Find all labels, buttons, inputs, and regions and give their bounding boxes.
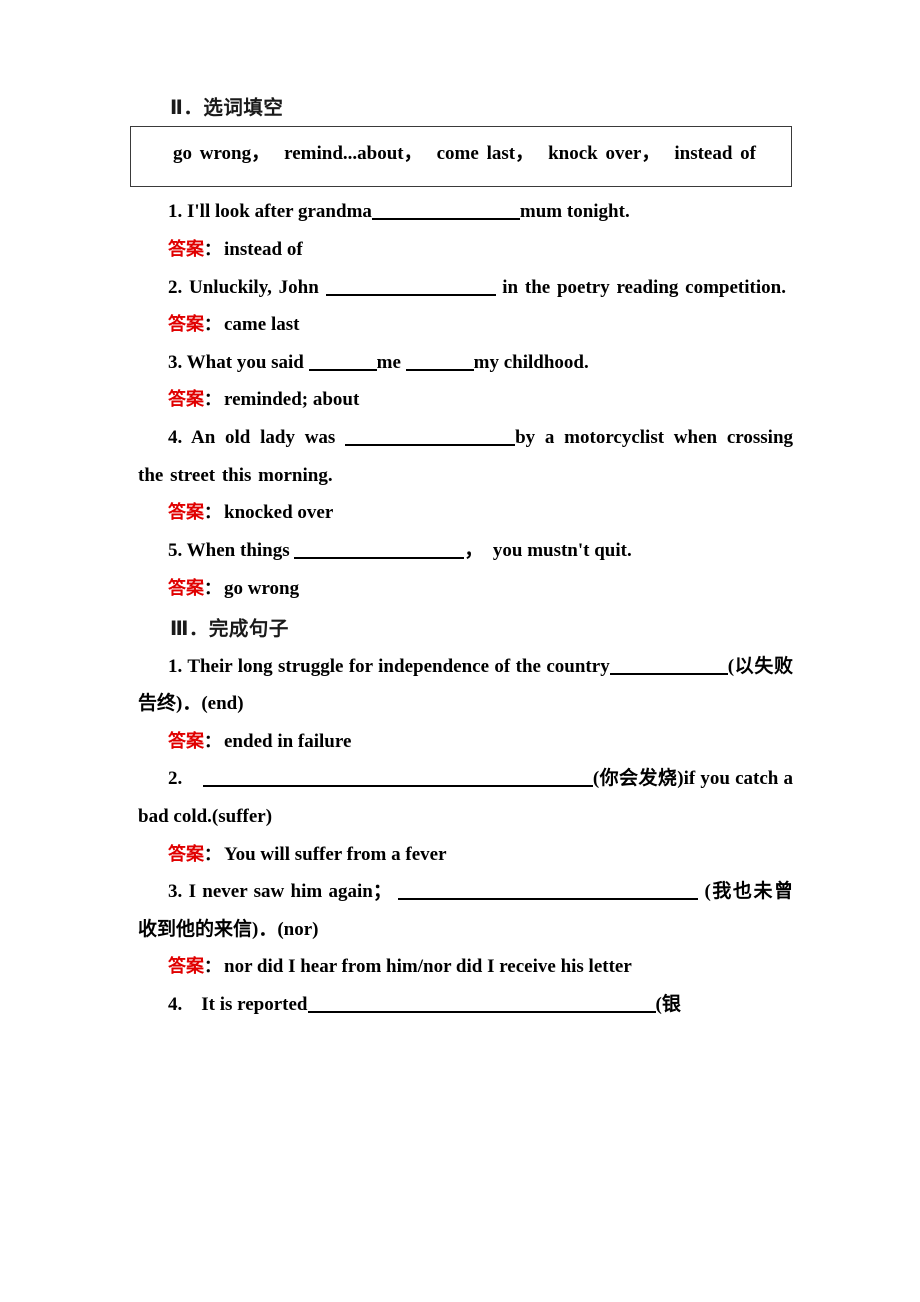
question-number: 1. — [168, 655, 183, 677]
answer-3-3: 答案： nor did I hear from him/nor did I rec… — [138, 948, 793, 986]
answer-label: 答案 — [168, 389, 204, 411]
question-number: 2. — [168, 276, 183, 298]
question-text-after: mum tonight. — [519, 201, 630, 223]
question-number: 3. — [168, 881, 183, 903]
question-text-before: Their long struggle for independence of … — [187, 655, 610, 677]
answer-blank[interactable] — [308, 355, 377, 371]
answer-2-5: 答案： go wrong — [138, 570, 793, 608]
section-heading-2: Ⅱ．选词填空 — [170, 96, 284, 119]
answer-text: You will suffer from a fever — [224, 843, 447, 865]
answer-colon: ： — [204, 240, 221, 261]
answer-label: 答案 — [168, 314, 204, 336]
question-2-3: 3. What you said me my childhood. — [138, 344, 793, 382]
answer-2-1: 答案： instead of — [138, 231, 793, 269]
question-number: 1. — [168, 201, 183, 223]
answer-colon: ： — [204, 844, 221, 865]
question-3-1: 1. Their long struggle for independence … — [138, 648, 793, 723]
question-number: 4. — [168, 427, 183, 449]
question-text-after: (银 — [655, 993, 681, 1015]
answer-blank[interactable] — [345, 430, 516, 447]
answer-label: 答案 — [168, 577, 204, 599]
worksheet-page: Ⅱ．选词填空 go wrong， remind...about， come last… — [0, 0, 920, 1302]
question-number: 5. — [168, 539, 183, 561]
question-text-before: An old lady was — [190, 427, 336, 449]
question-text-before: I'll look after grandma — [187, 201, 372, 223]
answer-blank[interactable] — [294, 543, 465, 559]
answer-2-3: 答案： reminded; about — [138, 381, 793, 419]
answer-blank[interactable] — [405, 355, 474, 371]
answer-text: came last — [224, 314, 300, 336]
question-2-1: 1. I'll look after grandma mum tonight. — [138, 193, 793, 231]
answer-colon: ： — [204, 578, 221, 599]
answer-blank[interactable] — [202, 771, 593, 788]
question-text-after: ， you mustn't quit. — [464, 539, 632, 561]
answer-label: 答案 — [168, 843, 204, 865]
answer-blank[interactable] — [307, 997, 656, 1013]
word-bank-item-2: remind...about， — [284, 143, 423, 165]
answer-blank[interactable] — [609, 659, 728, 675]
word-bank-item-4: knock over， — [548, 143, 661, 165]
answer-text: go wrong — [224, 577, 300, 599]
word-bank-item-1: go wrong， — [173, 143, 271, 165]
answer-text: reminded; about — [224, 389, 360, 411]
answer-colon: ： — [204, 390, 221, 411]
answer-colon: ： — [204, 503, 221, 524]
question-number: 4. — [168, 993, 183, 1015]
answer-colon: ： — [204, 957, 221, 978]
answer-3-1: 答案： ended in failure — [138, 723, 793, 761]
question-number: 3. — [168, 351, 183, 373]
answer-blank[interactable] — [325, 280, 496, 296]
question-3-2: 2. (你会发烧)if you catch a bad cold.(suffer… — [138, 760, 793, 835]
question-3-3: 3. I never saw him again； (我也未曾收到他的来信)．(… — [138, 873, 793, 948]
question-text-before: It is reported — [201, 993, 308, 1015]
answer-label: 答案 — [168, 956, 204, 978]
answer-3-2: 答案： You will suffer from a fever — [138, 836, 793, 874]
answer-label: 答案 — [168, 502, 204, 524]
answer-label: 答案 — [168, 239, 204, 261]
word-bank-item-3: come last， — [436, 143, 535, 165]
question-3-4: 4. It is reported (银 — [138, 986, 793, 1024]
answer-text: ended in failure — [224, 730, 352, 752]
question-text-before: I never saw him again； — [188, 881, 392, 903]
question-text-before: Unluckily, John — [189, 276, 319, 298]
answer-2-2: 答案： came last — [138, 306, 793, 344]
answer-blank[interactable] — [371, 204, 520, 221]
question-2-5: 5. When things ， you mustn't quit. — [138, 532, 793, 570]
answer-colon: ： — [204, 315, 221, 336]
question-text-before: When things — [186, 539, 290, 561]
answer-colon: ： — [204, 731, 221, 752]
question-text-middle: me — [376, 351, 401, 373]
word-bank-item-5: instead of — [674, 143, 756, 165]
question-2-4: 4. An old lady was by a motorcyclist whe… — [138, 419, 793, 494]
answer-2-4: 答案： knocked over — [138, 494, 793, 532]
answer-text: knocked over — [224, 502, 334, 524]
question-text-after: my childhood. — [473, 351, 589, 373]
answer-label: 答案 — [168, 730, 204, 752]
worksheet-content: Ⅱ．选词填空 go wrong， remind...about， come last… — [130, 96, 793, 1024]
question-text-after: in the poetry reading competition. — [502, 276, 786, 298]
question-2-2: 2. Unluckily, John in the poetry reading… — [138, 269, 793, 307]
answer-blank[interactable] — [398, 884, 699, 901]
answer-text: instead of — [224, 239, 303, 261]
question-number: 2. — [168, 768, 183, 790]
question-text-before: What you said — [186, 351, 304, 373]
section-heading-3: Ⅲ．完成句子 — [170, 617, 289, 641]
word-bank-box: go wrong， remind...about， come last， knock … — [130, 126, 792, 188]
answer-text: nor did I hear from him/nor did I receiv… — [224, 956, 632, 978]
